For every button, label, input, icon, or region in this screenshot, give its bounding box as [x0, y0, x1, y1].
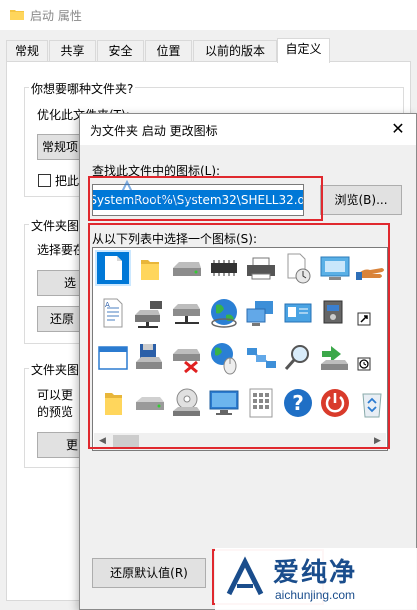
dialog-title: 为文件夹 启动 更改图标 [90, 124, 218, 138]
control-panel-card-icon[interactable] [280, 295, 316, 331]
network-nodes-icon[interactable] [243, 340, 279, 376]
watermark: 爱纯净 aichunjing.com [215, 548, 417, 610]
dialog-title-bar: 为文件夹 启动 更改图标 ✕ [80, 114, 416, 145]
hand-share-icon[interactable] [354, 250, 387, 286]
apply-subfolders-checkbox[interactable] [38, 174, 51, 187]
tab-security[interactable]: 安全 [97, 40, 144, 62]
choose-file-label: 选择要在 [37, 243, 86, 257]
blank-document-icon[interactable] [95, 250, 131, 286]
shortcut-clock-small-icon[interactable] [354, 340, 387, 376]
text-document-icon[interactable]: A [95, 295, 131, 331]
search-magnifier-icon[interactable] [280, 340, 316, 376]
recycle-bin-icon[interactable] [354, 385, 387, 421]
cd-drive-icon[interactable] [169, 385, 205, 421]
network-drive-disconnected-icon[interactable] [169, 340, 205, 376]
find-icons-label: 查找此文件中的图标(L): [92, 164, 221, 178]
shortcut-small-icon[interactable] [354, 295, 387, 331]
folder-icon [10, 10, 24, 20]
drive-arrow-icon[interactable] [317, 340, 353, 376]
apply-subfolders-label: 把此 [55, 174, 80, 188]
yellow-folder-icon[interactable] [95, 385, 131, 421]
app-window-icon[interactable] [95, 340, 131, 376]
watermark-small-url: aichunjing.com [132, 194, 199, 205]
watermark-logo-icon [226, 556, 264, 596]
scroll-right-icon[interactable]: ▶ [369, 433, 386, 450]
icon-list-scrollbar[interactable]: ◀ ▶ [94, 433, 386, 450]
help-icon[interactable]: ? [280, 385, 316, 421]
document-clock-icon[interactable] [280, 250, 316, 286]
chip-icon[interactable] [206, 250, 242, 286]
printer-icon[interactable] [243, 250, 279, 286]
close-icon: ✕ [391, 119, 405, 138]
globe-mouse-icon[interactable] [206, 340, 242, 376]
folder-icon-desc-line2: 的预览 [37, 405, 74, 419]
properties-title: 启动 属性 [30, 9, 82, 23]
desktop-monitor-icon[interactable] [206, 385, 242, 421]
folder-icon-group-label: 文件夹图 [29, 361, 82, 378]
folder-icon[interactable] [132, 250, 168, 286]
close-button[interactable]: ✕ [386, 117, 410, 141]
watermark-url: aichunjing.com [275, 588, 356, 602]
folder-picture-group-label: 文件夹图 [29, 217, 82, 234]
network-drive-printer-icon[interactable] [132, 295, 168, 331]
svg-text:A: A [105, 301, 110, 309]
drive-icon[interactable] [169, 250, 205, 286]
restore-default-button[interactable]: 还原默认值(R) [92, 558, 206, 588]
icon-list[interactable]: A ? ◀ ▶ [92, 247, 388, 451]
tab-sharing[interactable]: 共享 [49, 40, 96, 62]
globe-network-icon[interactable] [206, 295, 242, 331]
monitor-window-icon[interactable] [317, 250, 353, 286]
grid-document-icon[interactable] [243, 385, 279, 421]
floppy-drive-icon[interactable] [132, 340, 168, 376]
watermark-logo-icon [121, 179, 133, 193]
media-drive-icon[interactable] [317, 295, 353, 331]
watermark-small: aichunjing.com [120, 179, 199, 205]
hard-drive-icon[interactable] [132, 385, 168, 421]
properties-title-bar: 启动 属性 [0, 0, 417, 30]
power-icon[interactable] [317, 385, 353, 421]
tab-previous-versions[interactable]: 以前的版本 [193, 40, 277, 62]
scroll-left-icon[interactable]: ◀ [94, 433, 111, 450]
tab-general[interactable]: 常规 [6, 40, 48, 62]
scroll-thumb[interactable] [113, 435, 139, 448]
network-computers-icon[interactable] [243, 295, 279, 331]
svg-text:?: ? [292, 391, 304, 415]
folder-type-group-label: 你想要哪种文件夹? [29, 80, 136, 97]
icon-list-label: 从以下列表中选择一个图标(S): [92, 232, 258, 246]
watermark-brand: 爱纯净 [273, 558, 358, 588]
folder-icon-desc-line1: 可以更 [37, 388, 74, 402]
network-drive-icon[interactable] [169, 295, 205, 331]
tab-customize[interactable]: 自定义 [277, 38, 330, 63]
tab-location[interactable]: 位置 [145, 40, 192, 62]
browse-button[interactable]: 浏览(B)... [320, 185, 402, 215]
